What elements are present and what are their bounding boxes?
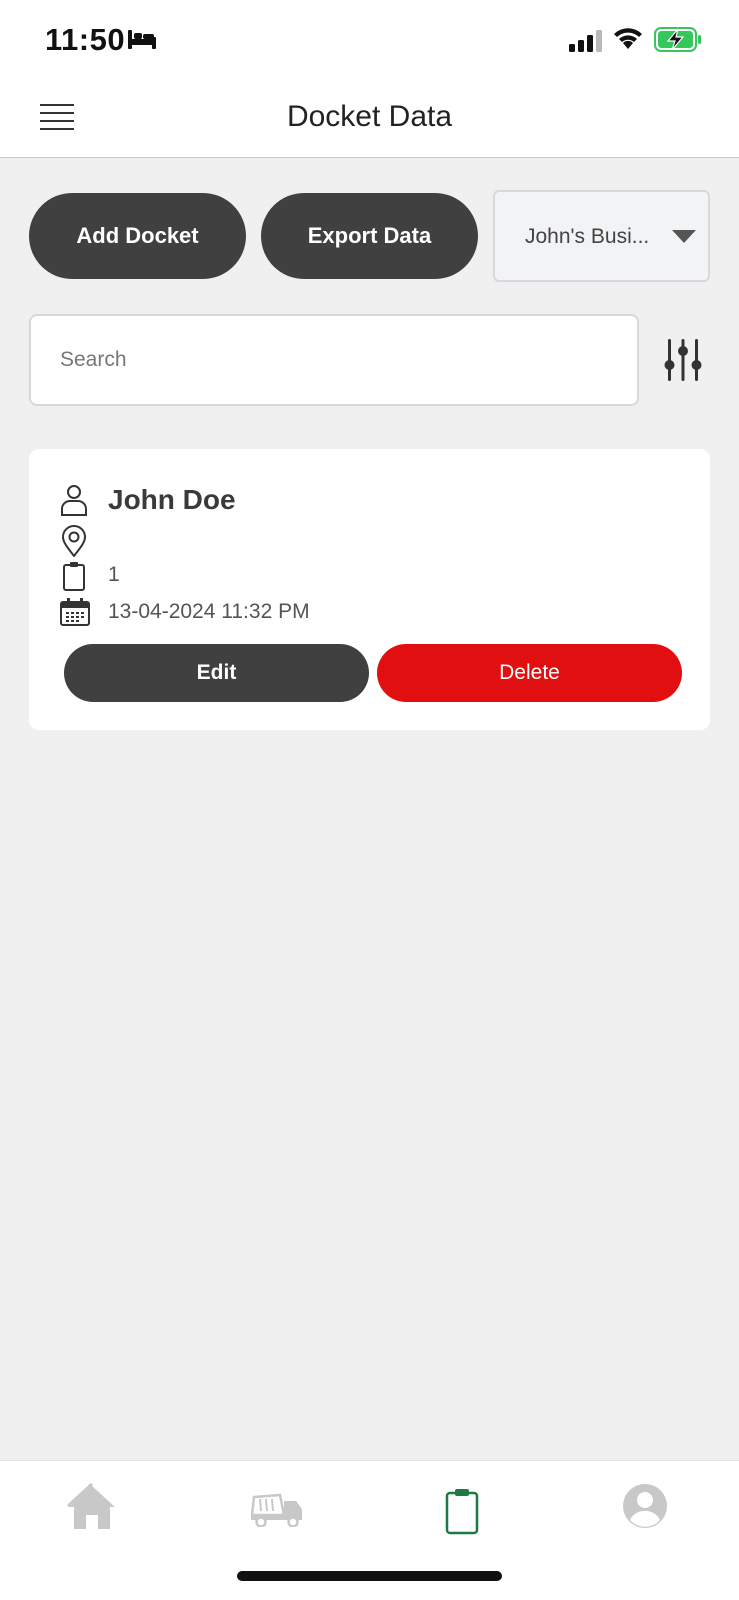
page-title: Docket Data (286, 100, 453, 133)
calendar-icon (60, 598, 90, 626)
sliders-filter-icon[interactable] (663, 337, 703, 383)
bed-icon (128, 30, 156, 49)
docket-card: John Doe 1 13-04-2024 11:32 PM Edit Dele… (29, 449, 710, 730)
location-pin-icon (61, 525, 87, 557)
delete-button[interactable]: Delete (377, 644, 682, 702)
status-time: 11:50 (45, 22, 126, 57)
export-data-button[interactable]: Export Data (261, 193, 478, 279)
docket-number: 1 (108, 563, 120, 586)
business-select-value: John's Busi... (525, 225, 650, 248)
clipboard-icon (63, 562, 85, 591)
wifi-icon (614, 28, 642, 49)
truck-icon[interactable] (250, 1487, 304, 1527)
add-docket-button[interactable]: Add Docket (29, 193, 246, 279)
status-bar: 11:50 (0, 0, 739, 80)
profile-icon[interactable] (622, 1483, 668, 1529)
person-icon (61, 485, 87, 516)
chevron-down-icon (672, 230, 696, 243)
home-icon[interactable] (67, 1483, 117, 1531)
clipboard-tab-icon[interactable] (445, 1487, 479, 1535)
docket-name: John Doe (108, 484, 236, 515)
docket-datetime: 13-04-2024 11:32 PM (108, 600, 310, 623)
edit-button[interactable]: Edit (64, 644, 369, 702)
cellular-signal-icon (569, 30, 602, 52)
navigation-bar: Docket Data (0, 80, 739, 158)
search-input[interactable] (29, 314, 639, 406)
home-indicator (237, 1571, 502, 1581)
battery-charging-icon (654, 27, 701, 52)
business-select-dropdown[interactable]: John's Busi... (493, 190, 710, 282)
